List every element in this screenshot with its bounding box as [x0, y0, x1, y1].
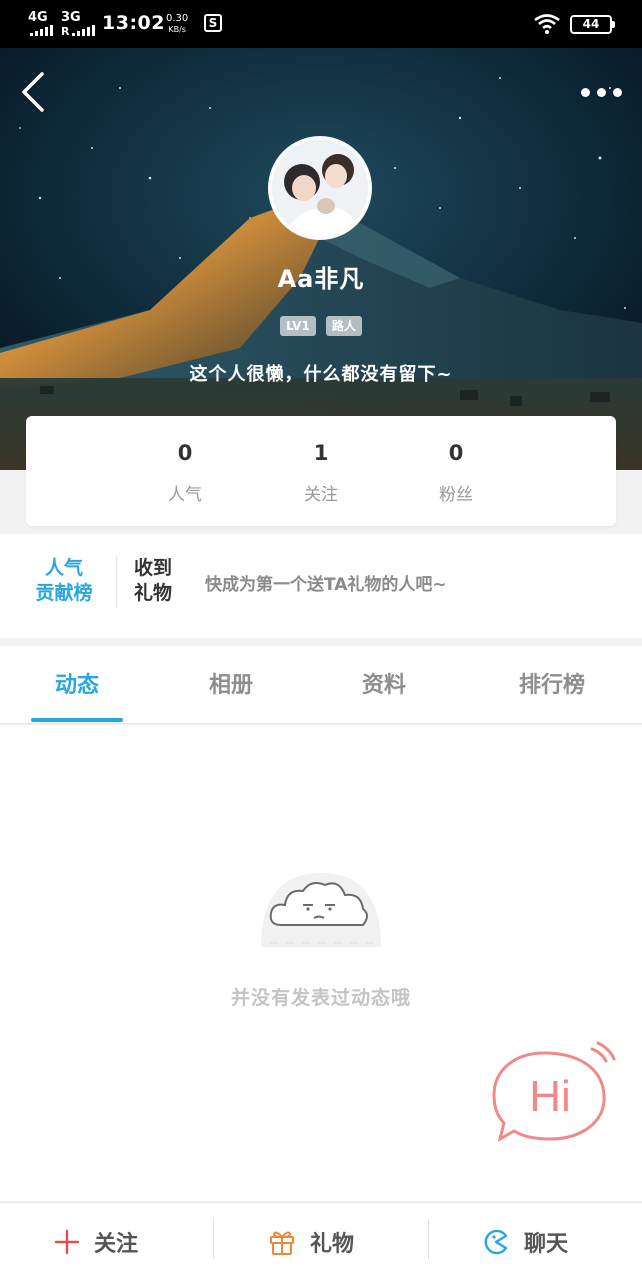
back-arrow-icon[interactable] [16, 70, 52, 114]
stat-value: 1 [313, 441, 329, 465]
cloud-face-icon [261, 873, 381, 947]
stat-popularity[interactable]: 0 人气 [145, 438, 225, 505]
stat-fans[interactable]: 0 粉丝 [416, 438, 496, 505]
stat-following[interactable]: 1 关注 [281, 438, 361, 505]
empty-state-message: 并没有发表过动态哦 [230, 987, 411, 1009]
hi-label: Hi [529, 1072, 571, 1121]
gift-title-line2: 礼物 [134, 582, 173, 604]
rank-label-line2: 贡献榜 [35, 582, 93, 604]
signal-bars-1-icon [30, 25, 53, 36]
gift-hint-text: 快成为第一个送TA礼物的人吧~ [205, 575, 447, 595]
network-4g-label: 4G [28, 10, 48, 25]
rank-label-line1: 人气 [44, 557, 83, 579]
stat-label: 关注 [304, 485, 338, 505]
received-gifts-title: 收到 礼物 [134, 556, 184, 606]
bottom-action-bar: 关注 礼物 聊天 [0, 1202, 642, 1280]
network-speed: 0.30 KB/s [166, 13, 188, 35]
plus-icon [54, 1229, 80, 1255]
stats-card: 0 人气 1 关注 0 粉丝 [26, 416, 616, 526]
level-badge: LV1 [280, 316, 316, 336]
divider [213, 1219, 214, 1259]
stat-label: 粉丝 [439, 485, 473, 505]
divider [428, 1219, 429, 1259]
stat-value: 0 [448, 441, 464, 465]
stat-label: 人气 [168, 485, 202, 505]
network-3g-label: 3G [61, 10, 81, 25]
signature: 这个人很懒，什么都没有留下~ [189, 364, 453, 385]
tab-profile-info[interactable]: 资料 [338, 646, 430, 724]
roaming-label: R [61, 25, 70, 38]
chat-label: 聊天 [524, 1232, 569, 1257]
chat-button[interactable]: 聊天 [482, 1203, 568, 1280]
speed-unit: KB/s [168, 25, 186, 34]
avatar-photo [272, 140, 368, 236]
gift-section: 人气 贡献榜 收到 礼物 快成为第一个送TA礼物的人吧~ [0, 534, 642, 638]
moments-content: 并没有发表过动态哦 Hi [0, 725, 642, 1201]
status-bar: 4G 3G R 13:02 0.30 KB/s S 44 [0, 0, 642, 48]
follow-button[interactable]: 关注 [54, 1203, 138, 1280]
speed-value: 0.30 [166, 13, 189, 24]
tab-ranking[interactable]: 排行榜 [495, 646, 609, 724]
battery-icon: 44 [570, 15, 615, 34]
hi-chat-bubble-button[interactable]: Hi [488, 1039, 618, 1149]
contribution-rank-link[interactable]: 人气 贡献榜 [26, 556, 102, 606]
gift-title-line1: 收到 [134, 557, 173, 579]
gift-button[interactable]: 礼物 [268, 1203, 354, 1280]
title-badge: 路人 [325, 316, 362, 336]
follow-label: 关注 [94, 1232, 139, 1257]
gift-icon [270, 1231, 294, 1255]
wifi-icon [534, 14, 560, 34]
gift-label: 礼物 [310, 1232, 355, 1257]
chat-icon [484, 1229, 508, 1255]
stat-value: 0 [177, 441, 193, 465]
tab-album[interactable]: 相册 [185, 646, 277, 724]
profile-header: Aa非凡 LV1 路人 这个人很懒，什么都没有留下~ [0, 48, 642, 470]
username: Aa非凡 [277, 265, 365, 293]
more-dots-icon[interactable] [578, 84, 622, 100]
avatar[interactable] [268, 136, 372, 240]
divider [116, 556, 117, 608]
tab-moments[interactable]: 动态 [31, 646, 123, 724]
profile-page: 4G 3G R 13:02 0.30 KB/s S 44 Aa非凡 LV1 路人… [0, 0, 642, 1280]
active-tab-indicator [31, 718, 123, 722]
app-notification-icon: S [204, 14, 222, 32]
signal-bars-2-icon [72, 25, 95, 36]
clock: 13:02 [102, 12, 165, 34]
badge-row: LV1 路人 [0, 316, 642, 336]
tab-bar: 动态 相册 资料 排行榜 [0, 646, 642, 724]
